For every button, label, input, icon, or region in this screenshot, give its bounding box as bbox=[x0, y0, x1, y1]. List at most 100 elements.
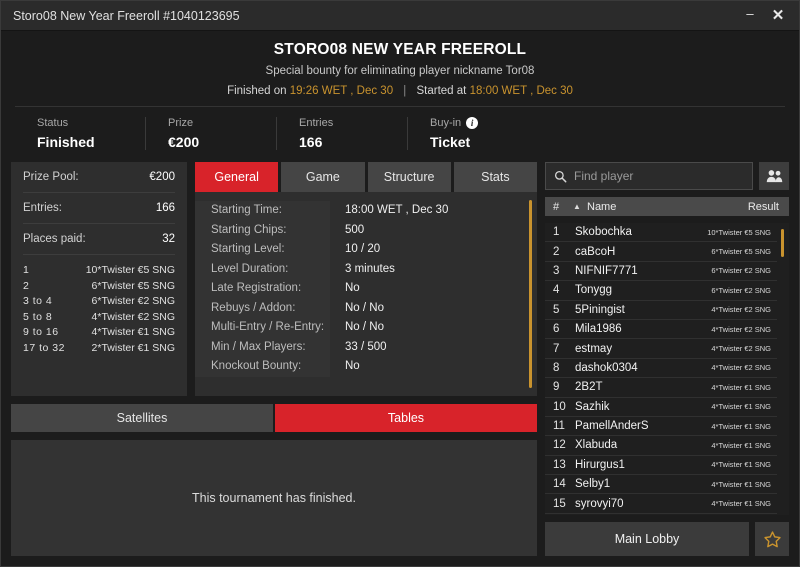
tournament-lobby-window: Storo08 New Year Freeroll #1040123695 – … bbox=[0, 0, 800, 567]
payout-row: 9 to 16 4*Twister €1 SNG bbox=[23, 325, 175, 341]
general-details-list: Starting Time: 18:00 WET , Dec 30 Starti… bbox=[195, 192, 525, 396]
payout-row: 3 to 4 6*Twister €2 SNG bbox=[23, 294, 175, 310]
detail-label: Multi-Entry / Re-Entry: bbox=[195, 318, 330, 338]
left-top-section: Prize Pool: €200 Entries: 166 Places pai… bbox=[11, 162, 537, 396]
search-input[interactable] bbox=[574, 169, 744, 183]
tab-stats[interactable]: Stats bbox=[453, 162, 537, 192]
finished-label: Finished on bbox=[227, 85, 287, 97]
detail-label: Starting Level: bbox=[195, 240, 330, 260]
row-name: dashok0304 bbox=[575, 361, 638, 374]
detail-value: 18:00 WET , Dec 30 bbox=[345, 204, 449, 216]
detail-row: Multi-Entry / Re-Entry: No / No bbox=[195, 318, 525, 338]
row-result: 4*Twister €2 SNG bbox=[711, 363, 771, 373]
row-result: 4*Twister €1 SNG bbox=[711, 460, 771, 470]
player-list-header: # ▲ Name Result bbox=[545, 197, 789, 216]
title-bar: Storo08 New Year Freeroll #1040123695 – … bbox=[1, 1, 799, 31]
player-list-scrollbar-thumb[interactable] bbox=[781, 229, 784, 257]
tables-content: This tournament has finished. bbox=[11, 440, 537, 556]
row-rank: 7 bbox=[553, 342, 560, 355]
detail-label: Starting Time: bbox=[195, 201, 330, 221]
close-icon[interactable]: ✕ bbox=[765, 4, 791, 28]
row-name: Tonygg bbox=[575, 284, 613, 297]
table-row[interactable]: 10 Sazhik 4*Twister €1 SNG bbox=[545, 398, 777, 417]
row-rank: 10 bbox=[553, 400, 566, 413]
detail-value: 10 / 20 bbox=[345, 243, 381, 255]
row-rank: 14 bbox=[553, 478, 566, 491]
row-result: 4*Twister €1 SNG bbox=[711, 479, 771, 489]
payout-prize: 4*Twister €1 SNG bbox=[91, 326, 175, 338]
header-result[interactable]: Result bbox=[748, 201, 779, 213]
general-scrollbar-thumb[interactable] bbox=[529, 200, 532, 388]
entries-label: Entries: bbox=[23, 202, 62, 214]
row-rank: 4 bbox=[553, 284, 560, 297]
left-column: Prize Pool: €200 Entries: 166 Places pai… bbox=[11, 162, 537, 556]
detail-label: Min / Max Players: bbox=[195, 337, 330, 357]
tab-game[interactable]: Game bbox=[281, 162, 365, 192]
started-label: Started at bbox=[416, 85, 467, 97]
table-row[interactable]: 14 Selby1 4*Twister €1 SNG bbox=[545, 475, 777, 495]
player-list-scrollbar[interactable] bbox=[777, 223, 789, 515]
table-row[interactable]: 9 2B2T 4*Twister €1 SNG bbox=[545, 378, 777, 398]
tab-general[interactable]: General bbox=[195, 162, 279, 192]
detail-row: Late Registration: No bbox=[195, 279, 525, 299]
detail-value: 500 bbox=[345, 223, 365, 236]
prize-pool-label: Prize Pool: bbox=[23, 171, 79, 183]
table-row[interactable]: 12 Xlabuda 4*Twister €1 SNG bbox=[545, 436, 777, 456]
minimize-icon[interactable]: – bbox=[737, 1, 763, 30]
header-name[interactable]: Name bbox=[587, 201, 748, 213]
payout-row: 5 to 8 4*Twister €2 SNG bbox=[23, 310, 175, 326]
table-row[interactable]: 2 caBcoH 6*Twister €5 SNG bbox=[545, 242, 777, 262]
table-row[interactable]: 6 Mila1986 4*Twister €2 SNG bbox=[545, 320, 777, 340]
table-row[interactable]: 8 dashok0304 4*Twister €2 SNG bbox=[545, 359, 777, 379]
stat-status-label: Status bbox=[37, 117, 69, 129]
row-result: 4*Twister €2 SNG bbox=[711, 324, 771, 334]
row-result: 6*Twister €5 SNG bbox=[711, 247, 771, 257]
table-row[interactable]: 15 syrovyi70 4*Twister €1 SNG bbox=[545, 494, 777, 514]
row-name: NIFNIF7771 bbox=[575, 264, 638, 277]
tab-tables[interactable]: Tables bbox=[275, 404, 537, 432]
row-rank: 5 bbox=[553, 303, 560, 316]
payout-place: 17 to 32 bbox=[23, 341, 65, 354]
row-result: 4*Twister €1 SNG bbox=[711, 499, 771, 509]
table-row[interactable]: 7 estmay 4*Twister €2 SNG bbox=[545, 339, 777, 359]
favorite-button[interactable] bbox=[755, 522, 789, 556]
row-result: 4*Twister €1 SNG bbox=[711, 402, 771, 412]
stat-status-value: Finished bbox=[37, 134, 95, 150]
row-name: syrovyi70 bbox=[575, 497, 624, 510]
table-row[interactable]: 1 Skobochka 10*Twister €5 SNG bbox=[545, 223, 777, 243]
header-num[interactable]: # bbox=[553, 201, 573, 213]
table-row[interactable]: 3 NIFNIF7771 6*Twister €2 SNG bbox=[545, 262, 777, 282]
row-rank: 11 bbox=[553, 420, 565, 433]
row-rank: 2 bbox=[553, 245, 560, 258]
window-title: Storo08 New Year Freeroll #1040123695 bbox=[13, 8, 240, 23]
entries-value: 166 bbox=[155, 202, 175, 214]
payout-prize: 10*Twister €5 SNG bbox=[85, 264, 175, 276]
detail-label: Rebuys / Addon: bbox=[195, 298, 330, 318]
finished-value: 19:26 WET , Dec 30 bbox=[289, 85, 394, 97]
detail-row: Starting Chips: 500 bbox=[195, 220, 525, 240]
sort-ascending-icon[interactable]: ▲ bbox=[573, 202, 587, 211]
detail-value: No / No bbox=[345, 301, 384, 314]
table-row[interactable]: 5 5Piningist 4*Twister €2 SNG bbox=[545, 301, 777, 320]
lower-tabs: Satellites Tables bbox=[11, 404, 537, 432]
main-lobby-button[interactable]: Main Lobby bbox=[545, 522, 749, 556]
row-result: 4*Twister €2 SNG bbox=[711, 344, 771, 354]
tournament-header: STORO08 NEW YEAR FREEROLL Special bounty… bbox=[1, 31, 799, 106]
detail-row: Starting Time: 18:00 WET , Dec 30 bbox=[195, 201, 525, 221]
tab-structure[interactable]: Structure bbox=[367, 162, 451, 192]
table-row[interactable]: 13 Hirurgus1 4*Twister €1 SNG bbox=[545, 456, 777, 476]
general-scrollbar[interactable] bbox=[525, 192, 537, 396]
payout-row: 17 to 32 2*Twister €1 SNG bbox=[23, 341, 175, 357]
table-row[interactable]: 4 Tonygg 6*Twister €2 SNG bbox=[545, 281, 777, 301]
window-controls: – ✕ bbox=[737, 1, 791, 30]
players-view-button[interactable] bbox=[759, 162, 789, 190]
info-icon[interactable]: i bbox=[466, 117, 479, 129]
places-paid-label: Places paid: bbox=[23, 233, 86, 245]
search-box[interactable] bbox=[545, 162, 753, 190]
payout-place: 2 bbox=[23, 279, 30, 292]
row-name: Selby1 bbox=[575, 478, 611, 491]
main-body: Prize Pool: €200 Entries: 166 Places pai… bbox=[1, 162, 799, 566]
table-row[interactable]: 11 PamellAnderS 4*Twister €1 SNG bbox=[545, 417, 777, 437]
tab-satellites[interactable]: Satellites bbox=[11, 404, 273, 432]
tab-content-general: Starting Time: 18:00 WET , Dec 30 Starti… bbox=[195, 192, 537, 396]
